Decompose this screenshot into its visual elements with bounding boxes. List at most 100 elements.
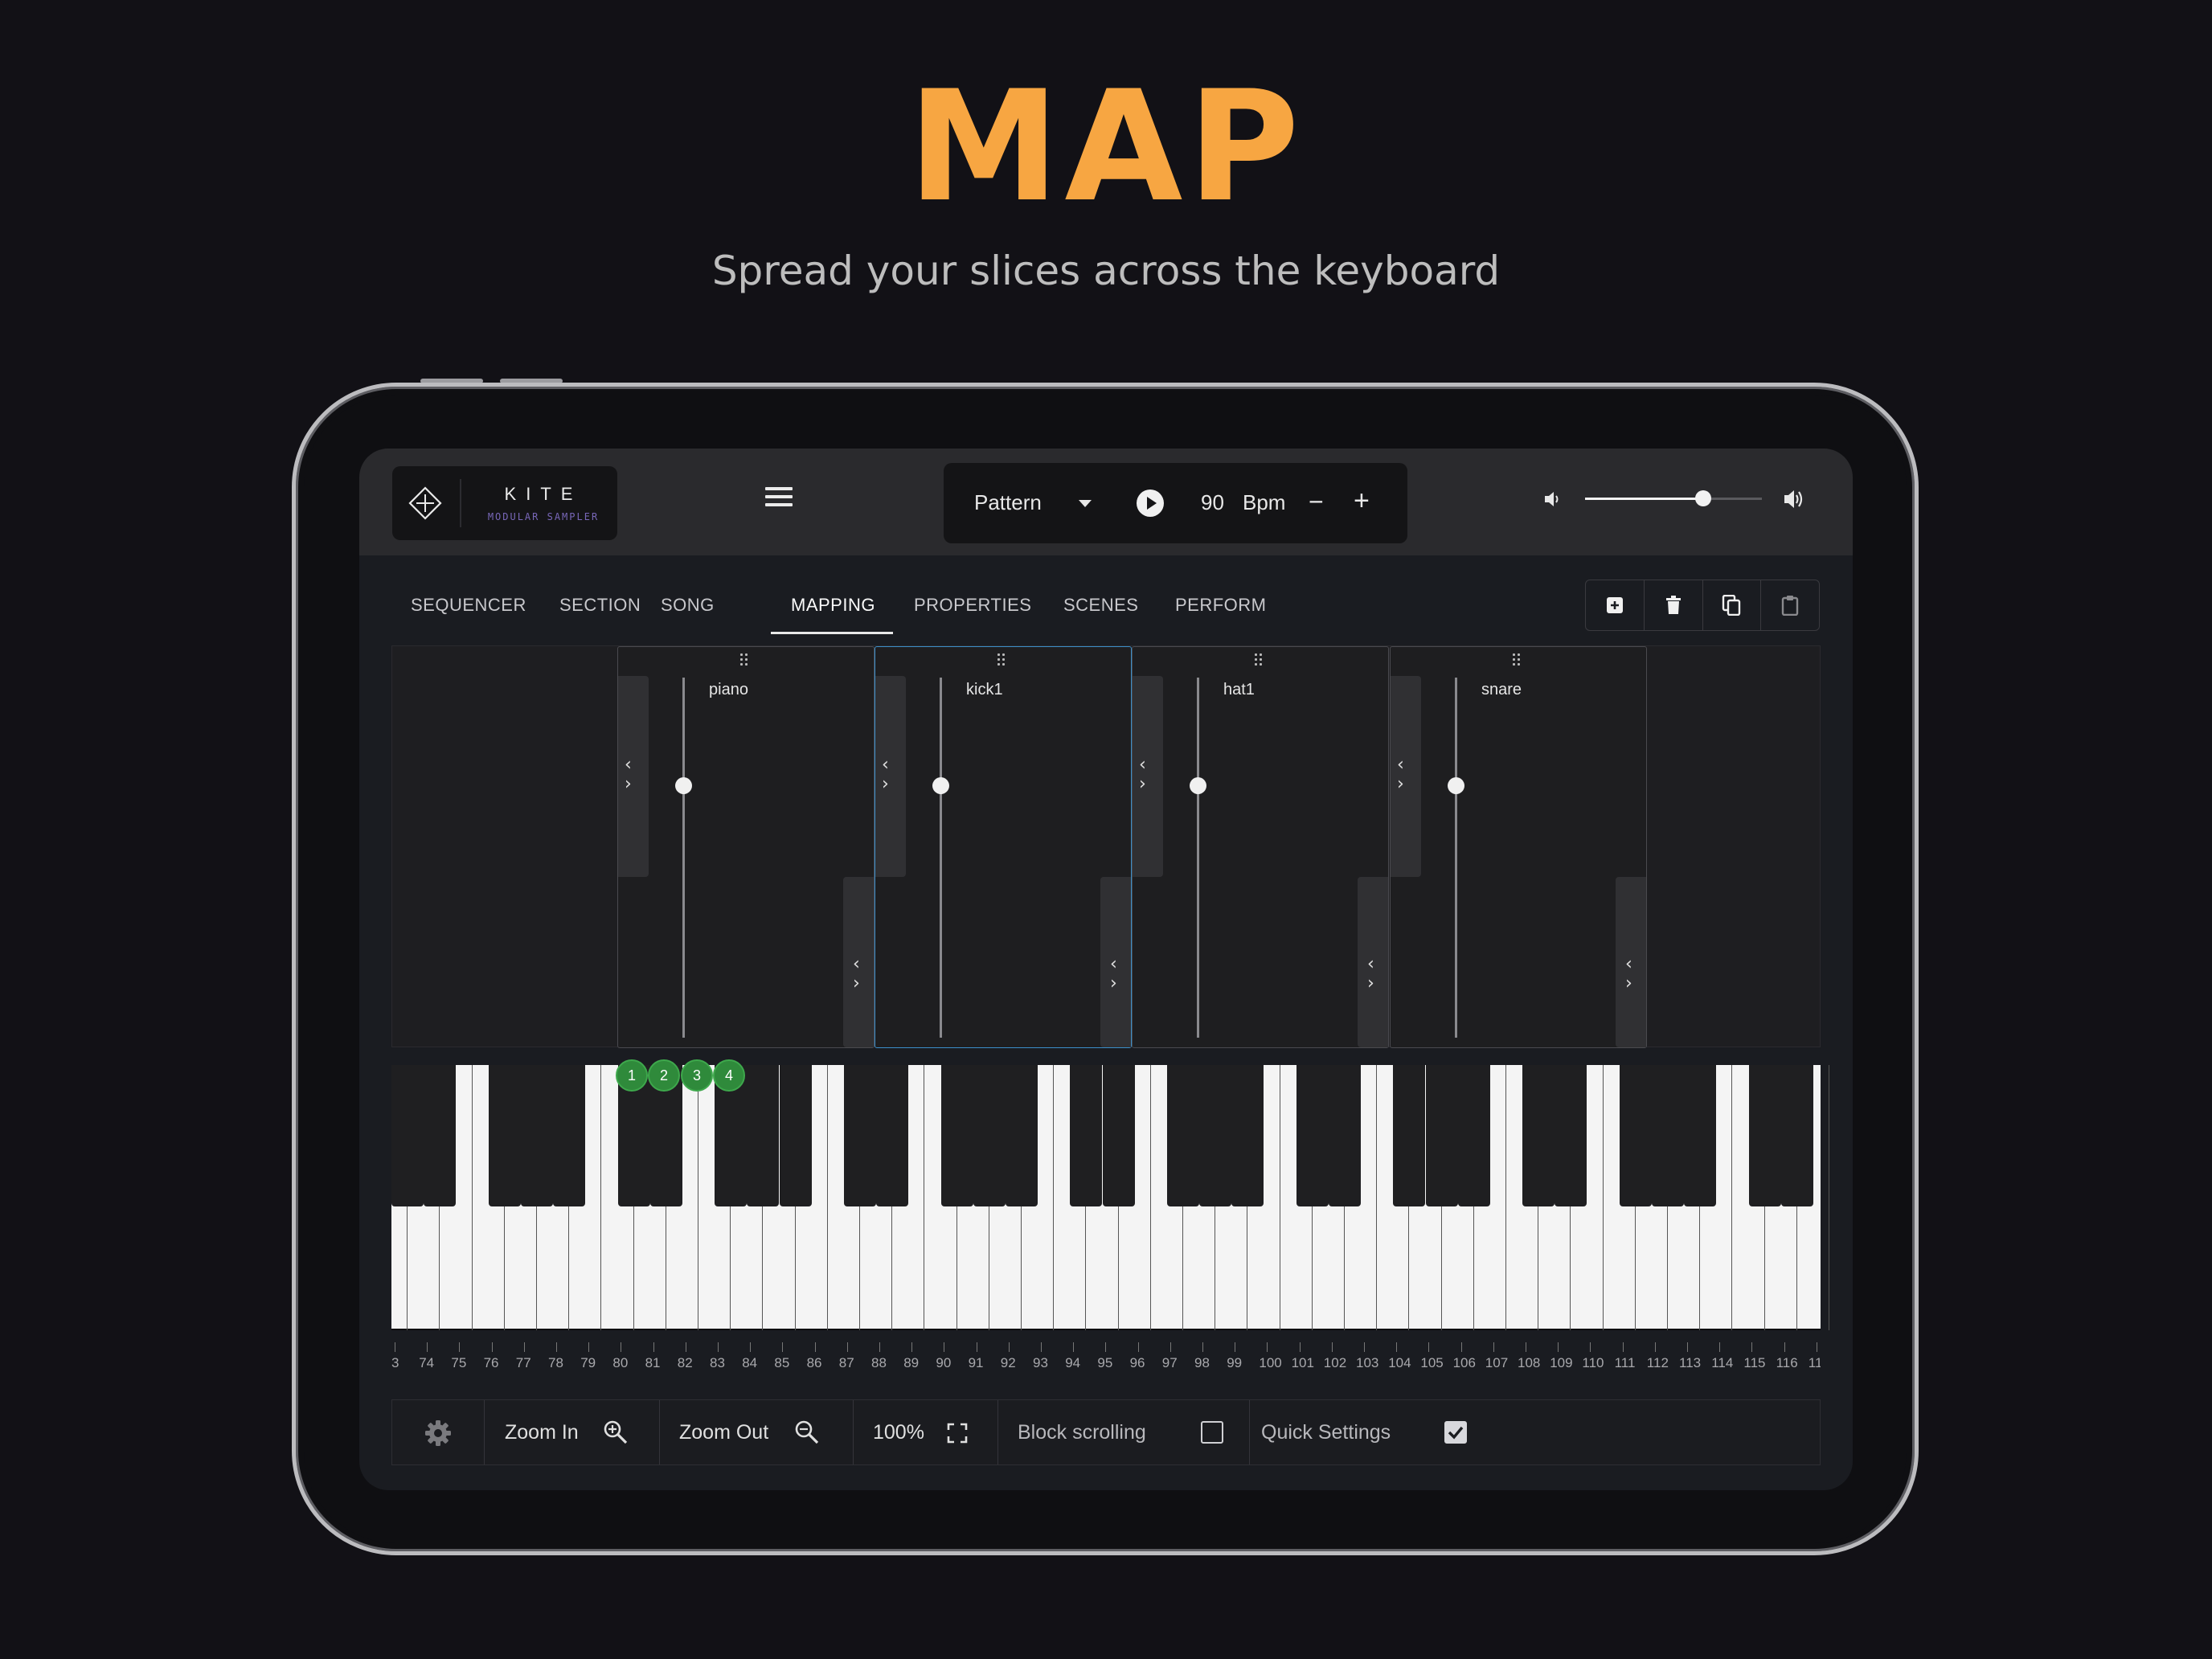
tab-section[interactable]: SECTION	[559, 595, 641, 616]
black-key[interactable]	[747, 1065, 780, 1206]
zone-volume-thumb[interactable]	[675, 777, 692, 795]
range-start-handle[interactable]: ‹ ›	[1133, 676, 1163, 877]
play-circle-icon[interactable]	[1137, 490, 1164, 517]
range-start-handle[interactable]: ‹ ›	[618, 676, 649, 877]
zone-volume-slider[interactable]	[940, 678, 942, 1038]
ruler-label: 95	[1097, 1355, 1113, 1370]
black-key[interactable]	[1070, 1065, 1103, 1206]
slice-marker[interactable]: 4	[713, 1059, 745, 1092]
tab-scenes[interactable]: SCENES	[1063, 595, 1138, 616]
black-key[interactable]	[1231, 1065, 1264, 1206]
black-key[interactable]	[1199, 1065, 1232, 1206]
tab-perform[interactable]: PERFORM	[1175, 595, 1267, 616]
volume-slider[interactable]	[1585, 490, 1762, 506]
range-start-handle[interactable]: ‹ ›	[875, 676, 906, 877]
range-end-handle[interactable]: ‹ ›	[1616, 877, 1646, 1047]
paste-clipboard-icon[interactable]	[1761, 580, 1819, 630]
black-key[interactable]	[876, 1065, 909, 1206]
drag-handle-icon[interactable]	[739, 653, 750, 666]
slice-zone[interactable]: ‹ › ‹ › kick1	[875, 646, 1132, 1048]
slice-zone[interactable]: ‹ › ‹ › piano	[617, 646, 875, 1048]
range-end-handle[interactable]: ‹ ›	[843, 877, 874, 1047]
zoom-in-icon[interactable]	[603, 1419, 629, 1445]
black-key[interactable]	[488, 1065, 521, 1206]
zoom-out-button[interactable]: Zoom Out	[679, 1421, 768, 1444]
clip-toolbar	[1585, 580, 1820, 631]
zone-volume-slider[interactable]	[1455, 678, 1457, 1038]
black-key[interactable]	[1102, 1065, 1135, 1206]
slice-zone[interactable]: ‹ › ‹ › hat1	[1132, 646, 1389, 1048]
black-key[interactable]	[1780, 1065, 1813, 1206]
black-key[interactable]	[1522, 1065, 1555, 1206]
slice-marker[interactable]: 3	[681, 1059, 713, 1092]
ruler-tick	[1299, 1342, 1301, 1352]
add-box-icon[interactable]	[1586, 580, 1645, 630]
status-divider	[853, 1400, 854, 1464]
black-key[interactable]	[779, 1065, 812, 1206]
black-key[interactable]	[553, 1065, 586, 1206]
volume-low-icon	[1545, 492, 1559, 506]
bpm-increase-button[interactable]: +	[1354, 485, 1370, 517]
tab-sequencer[interactable]: SEQUENCER	[411, 595, 526, 616]
range-end-handle[interactable]: ‹ ›	[1358, 877, 1388, 1047]
zoom-in-button[interactable]: Zoom In	[505, 1421, 579, 1444]
ruler-tick	[814, 1342, 816, 1352]
zone-volume-slider[interactable]	[1197, 678, 1199, 1038]
ruler-tick	[556, 1342, 557, 1352]
black-key[interactable]	[844, 1065, 876, 1206]
tab-song[interactable]: SONG	[661, 595, 715, 616]
fit-screen-icon[interactable]	[947, 1423, 968, 1444]
zone-volume-slider[interactable]	[682, 678, 685, 1038]
block-scrolling-checkbox[interactable]	[1201, 1421, 1223, 1444]
mode-select[interactable]: Pattern	[974, 490, 1042, 515]
zoom-out-icon[interactable]	[794, 1419, 820, 1445]
piano-keyboard[interactable]	[391, 1065, 1829, 1330]
black-key[interactable]	[1555, 1065, 1587, 1206]
zone-volume-thumb[interactable]	[1190, 777, 1206, 795]
bpm-unit: Bpm	[1243, 490, 1286, 514]
trash-icon[interactable]	[1645, 580, 1703, 630]
drag-handle-icon[interactable]	[1511, 653, 1522, 666]
black-key[interactable]	[1167, 1065, 1199, 1206]
black-key[interactable]	[424, 1065, 457, 1206]
black-key[interactable]	[973, 1065, 1006, 1206]
slice-marker[interactable]: 1	[616, 1059, 648, 1092]
tab-mapping[interactable]: MAPPING	[791, 595, 875, 616]
zone-volume-thumb[interactable]	[932, 777, 949, 795]
ruler-tick	[1654, 1342, 1656, 1352]
ruler-tick	[1558, 1342, 1559, 1352]
zone-volume-thumb[interactable]	[1448, 777, 1464, 795]
hamburger-menu-icon[interactable]	[765, 487, 793, 511]
black-key[interactable]	[1296, 1065, 1329, 1206]
black-key[interactable]	[1329, 1065, 1361, 1206]
slice-marker[interactable]: 2	[648, 1059, 680, 1092]
black-key[interactable]	[1684, 1065, 1717, 1206]
black-key[interactable]	[1393, 1065, 1426, 1206]
black-key[interactable]	[940, 1065, 973, 1206]
status-divider	[484, 1400, 485, 1464]
black-key[interactable]	[391, 1065, 424, 1206]
volume-thumb[interactable]	[1695, 490, 1712, 506]
black-key[interactable]	[1619, 1065, 1652, 1206]
slice-zone[interactable]: ‹ › ‹ › snare	[1390, 646, 1647, 1048]
black-key[interactable]	[521, 1065, 553, 1206]
bpm-value[interactable]: 90	[1201, 490, 1224, 515]
ruler-tick	[491, 1342, 493, 1352]
black-key[interactable]	[1425, 1065, 1458, 1206]
caret-down-icon[interactable]	[1079, 500, 1092, 507]
range-start-handle[interactable]: ‹ ›	[1391, 676, 1421, 877]
copy-icon[interactable]	[1703, 580, 1762, 630]
quick-settings-checkbox[interactable]	[1444, 1421, 1467, 1444]
range-end-handle[interactable]: ‹ ›	[1100, 877, 1131, 1047]
ruler-label: 80	[612, 1355, 629, 1370]
gear-icon[interactable]	[424, 1419, 452, 1447]
drag-handle-icon[interactable]	[996, 653, 1007, 666]
black-key[interactable]	[1652, 1065, 1684, 1206]
ruler-tick	[1428, 1342, 1430, 1352]
black-key[interactable]	[1748, 1065, 1781, 1206]
black-key[interactable]	[1457, 1065, 1490, 1206]
drag-handle-icon[interactable]	[1253, 653, 1264, 666]
tab-properties[interactable]: PROPERTIES	[914, 595, 1031, 616]
black-key[interactable]	[1006, 1065, 1038, 1206]
bpm-decrease-button[interactable]: −	[1309, 487, 1324, 517]
